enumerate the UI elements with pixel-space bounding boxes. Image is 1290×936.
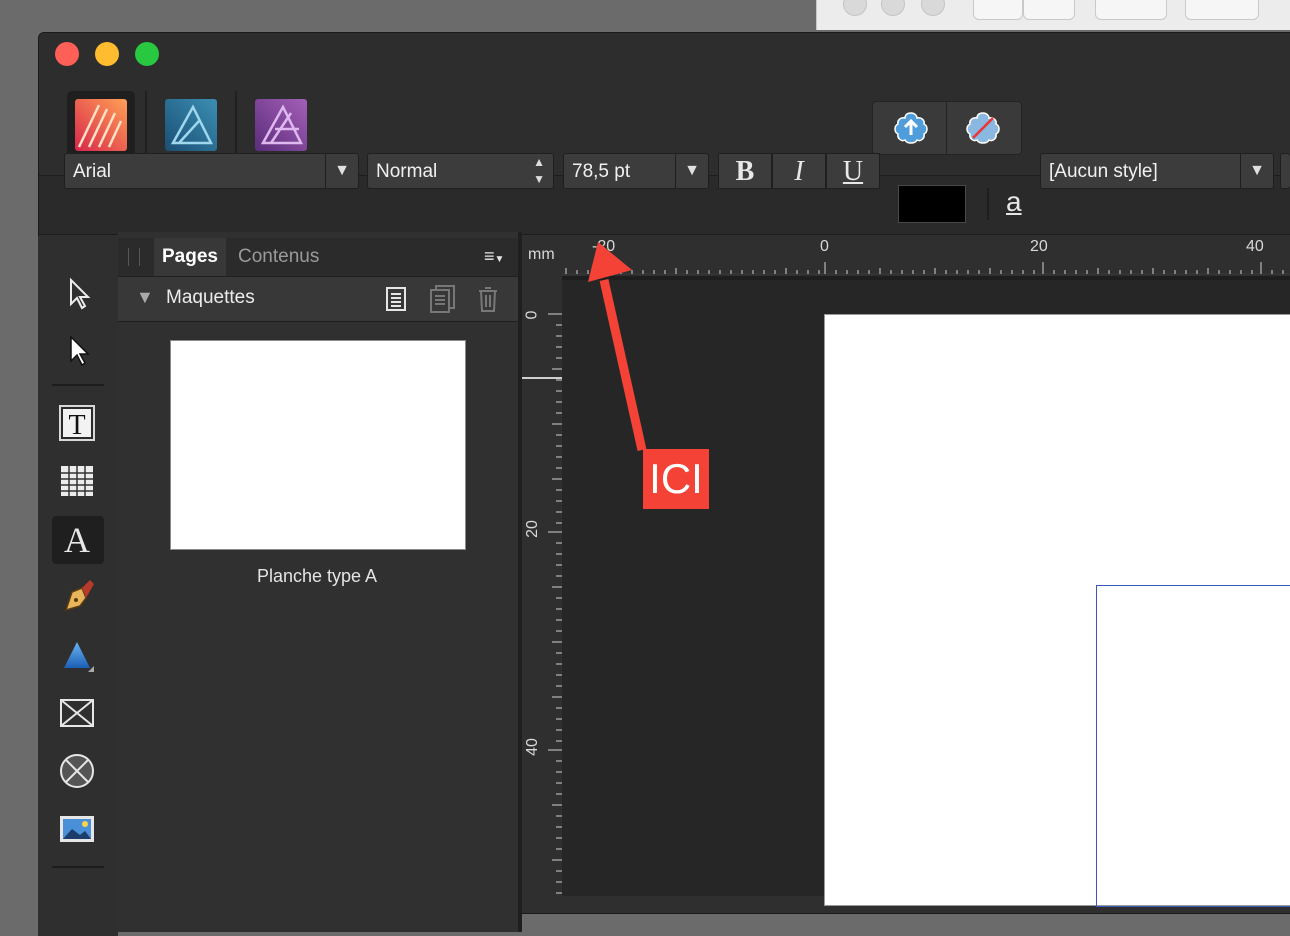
ellipse-frame-icon <box>60 754 94 788</box>
ruler-label: 0 <box>820 238 829 255</box>
annotation-label: ICI <box>643 449 709 509</box>
chevron-down-icon[interactable]: ▼ <box>325 154 358 188</box>
panel-grip-icon[interactable] <box>128 248 140 266</box>
background-window <box>816 0 1290 30</box>
tab-contenus[interactable]: Contenus <box>230 238 327 276</box>
pen-tool[interactable] <box>52 570 102 620</box>
table-icon <box>61 466 93 496</box>
table-tool[interactable] <box>52 456 102 506</box>
vertical-ruler[interactable]: 0 20 40 <box>522 280 562 896</box>
photo-persona-icon[interactable] <box>255 99 307 151</box>
overflow-control[interactable] <box>1280 153 1290 189</box>
character-style-icon[interactable]: a <box>1006 186 1022 218</box>
text-color-swatch[interactable] <box>898 185 966 223</box>
underline-button[interactable]: U <box>826 153 880 189</box>
chevron-down-icon[interactable]: ▼ <box>675 154 708 188</box>
designer-persona-icon[interactable] <box>165 99 217 151</box>
bg-library-button <box>1185 0 1259 20</box>
share-button[interactable] <box>873 102 947 154</box>
font-family-value: Arial <box>73 161 112 182</box>
bg-window-minimize <box>881 0 905 16</box>
node-pointer-icon <box>70 335 90 367</box>
persona-separator <box>235 91 237 161</box>
pen-nib-icon <box>64 580 94 612</box>
bg-forward-button <box>1023 0 1075 20</box>
image-icon <box>60 816 94 842</box>
bg-sidebar-button <box>1095 0 1167 20</box>
bg-window-zoom <box>921 0 945 16</box>
font-family-select[interactable]: Arial ▼ <box>64 153 359 189</box>
paragraph-style-select[interactable]: [Aucun style] ▼ <box>1040 153 1274 189</box>
ruler-label: 40 <box>523 738 541 756</box>
master-page-label: Planche type A <box>256 566 378 586</box>
ruler-label: 20 <box>523 520 541 538</box>
tools-separator <box>52 384 104 386</box>
pointer-icon <box>70 277 91 310</box>
shape-tool[interactable] <box>52 630 102 680</box>
bg-window-close <box>843 0 867 16</box>
font-style-select[interactable]: Normal ▲ ▼ <box>367 153 554 189</box>
toolbar-separator <box>987 188 989 220</box>
ruler-label: 20 <box>1030 238 1048 255</box>
svg-text:T: T <box>68 410 85 441</box>
italic-button[interactable]: I <box>772 153 826 189</box>
zoom-button[interactable] <box>135 42 159 66</box>
picture-frame-ellipse-tool[interactable] <box>52 746 102 796</box>
duplicate-master-icon[interactable] <box>430 285 456 313</box>
artistic-text-icon: A <box>64 520 90 560</box>
stepper-icon[interactable]: ▲ ▼ <box>533 154 545 188</box>
disabled-cloud-icon <box>966 112 1000 144</box>
move-tool[interactable] <box>52 266 102 316</box>
maquettes-section-header[interactable]: ▼ Maquettes <box>118 277 518 322</box>
annotation-arrow <box>588 242 647 451</box>
upload-cloud-icon <box>894 112 928 144</box>
font-size-field[interactable]: 78,5 pt ▼ <box>563 153 709 189</box>
ruler-label: 0 <box>523 310 541 320</box>
panel-tab-bar: Pages Contenus ≡▼ <box>118 238 518 277</box>
section-title: Maquettes <box>166 287 255 308</box>
font-style-value: Normal <box>376 161 438 182</box>
bg-back-button <box>973 0 1023 20</box>
place-image-tool[interactable] <box>52 804 102 854</box>
publish-toolbar-group <box>872 101 1022 155</box>
add-master-icon[interactable] <box>386 287 406 311</box>
frame-text-tool[interactable]: T <box>52 398 102 448</box>
publisher-persona-icon[interactable] <box>75 99 127 151</box>
tools-panel: T A <box>38 236 118 936</box>
text-frame[interactable] <box>1096 585 1290 907</box>
close-button[interactable] <box>55 42 79 66</box>
node-tool[interactable] <box>52 323 102 373</box>
artistic-text-tool[interactable]: A <box>52 515 102 565</box>
minimize-button[interactable] <box>95 42 119 66</box>
disclosure-triangle-icon[interactable]: ▼ <box>136 287 154 308</box>
master-page-thumbnail[interactable] <box>170 340 466 550</box>
ruler-ticks-vertical <box>548 313 562 894</box>
font-size-value: 78,5 pt <box>572 161 631 182</box>
panel-menu-icon[interactable]: ≡▼ <box>484 246 504 267</box>
text-frame-icon: T <box>59 405 95 441</box>
ruler-label: 40 <box>1246 238 1264 255</box>
chevron-down-icon[interactable]: ▼ <box>1240 154 1273 188</box>
pages-panel: Pages Contenus ≡▼ ▼ Maquettes Planche ty… <box>118 232 522 932</box>
ruler-unit: mm <box>528 246 555 263</box>
canvas-top-edge <box>562 276 1290 280</box>
rectangle-frame-icon <box>60 699 94 727</box>
persona-separator <box>145 91 147 161</box>
bold-button[interactable]: B <box>718 153 772 189</box>
trash-icon[interactable] <box>476 285 500 313</box>
unshare-button[interactable] <box>947 102 1021 154</box>
triangle-icon <box>64 642 94 672</box>
paragraph-style-value: [Aucun style] <box>1049 161 1158 182</box>
tab-pages[interactable]: Pages <box>154 238 226 276</box>
tools-separator <box>52 866 104 868</box>
picture-frame-rectangle-tool[interactable] <box>52 688 102 738</box>
